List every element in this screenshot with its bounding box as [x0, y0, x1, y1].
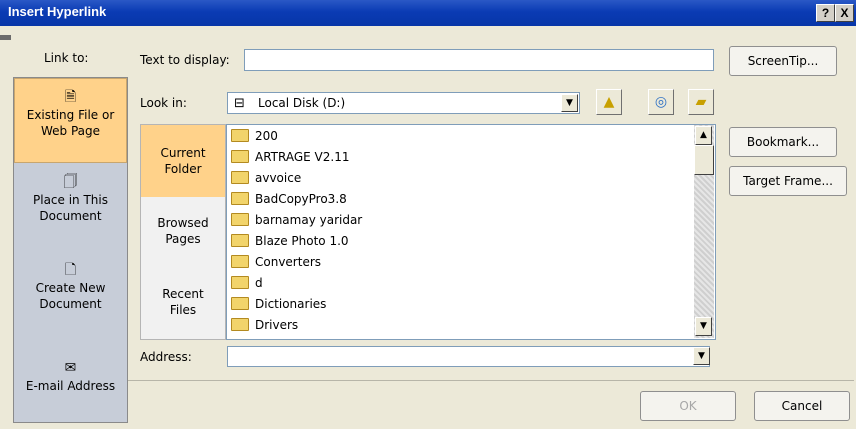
- list-item[interactable]: d: [231, 273, 263, 293]
- link-existing-file[interactable]: 🗎 Existing File or Web Page: [14, 78, 127, 163]
- link-to-label: Link to:: [44, 51, 89, 65]
- list-item[interactable]: Drivers: [231, 315, 298, 335]
- list-item[interactable]: Blaze Photo 1.0: [231, 231, 349, 251]
- look-in-value: Local Disk (D:): [258, 96, 346, 110]
- file-name: 200: [255, 129, 278, 143]
- address-input[interactable]: ▼: [227, 346, 710, 367]
- cancel-button[interactable]: Cancel: [754, 391, 850, 421]
- folder-icon: [231, 234, 249, 247]
- folder-icon: [231, 276, 249, 289]
- browse-web-button[interactable]: ◎: [648, 89, 674, 115]
- ok-button[interactable]: OK: [640, 391, 736, 421]
- file-name: Dictionaries: [255, 297, 327, 311]
- link-existing-label-2: Web Page: [40, 124, 101, 138]
- file-name: d: [255, 276, 263, 290]
- title-bar: Insert Hyperlink ? X: [0, 0, 856, 26]
- folder-icon: [231, 150, 249, 163]
- list-item[interactable]: ARTRAGE V2.11: [231, 147, 349, 167]
- link-email-address[interactable]: ✉ E-mail Address: [14, 360, 127, 410]
- chevron-down-icon[interactable]: ▼: [693, 347, 710, 365]
- scroll-thumb[interactable]: [694, 145, 714, 175]
- file-name: BadCopyPro3.8: [255, 192, 347, 206]
- file-list-scrollbar[interactable]: ▲ ▼: [694, 125, 714, 338]
- file-name: Drivers: [255, 318, 299, 332]
- background-edge: [0, 35, 11, 40]
- screentip-button[interactable]: ScreenTip...: [729, 46, 837, 76]
- address-label: Address:: [140, 350, 192, 364]
- browse-file-button[interactable]: ▰: [688, 89, 714, 115]
- link-place-in-document[interactable]: 🗍 Place in This Document: [14, 174, 127, 244]
- file-name: Blaze Photo 1.0: [255, 234, 349, 248]
- list-item[interactable]: Dictionaries: [231, 294, 326, 314]
- file-name: barnamay yaridar: [255, 213, 363, 227]
- file-name: ARTRAGE V2.11: [255, 150, 350, 164]
- bookmark-button[interactable]: Bookmark...: [729, 127, 837, 157]
- tab-browsed-pages-label-2: Pages: [165, 232, 201, 246]
- up-folder-icon: ▲: [603, 94, 615, 110]
- divider: [128, 380, 854, 381]
- view-tabs: Current Folder Browsed Pages Recent File…: [140, 124, 226, 340]
- list-item[interactable]: BadCopyPro3.8: [231, 189, 347, 209]
- list-item[interactable]: 200: [231, 126, 278, 146]
- scroll-up-icon[interactable]: ▲: [695, 126, 712, 145]
- link-create-label-2: Document: [39, 297, 102, 311]
- link-create-label-1: Create New: [35, 281, 106, 295]
- open-folder-icon: ▰: [695, 94, 707, 110]
- new-document-icon: 🗋: [64, 262, 77, 278]
- close-button[interactable]: X: [835, 4, 854, 22]
- tab-current-folder-label-1: Current: [160, 146, 206, 160]
- tab-recent-files[interactable]: Recent Files: [141, 286, 225, 326]
- folder-icon: [231, 255, 249, 268]
- link-to-panel: 🗎 Existing File or Web Page 🗍 Place in T…: [13, 77, 128, 423]
- folder-icon: [231, 192, 249, 205]
- folder-icon: [231, 318, 249, 331]
- tab-current-folder-label-2: Folder: [164, 162, 202, 176]
- link-place-label-2: Document: [39, 209, 102, 223]
- link-email-label: E-mail Address: [25, 379, 116, 393]
- tab-recent-files-label-2: Files: [169, 303, 197, 317]
- tab-browsed-pages[interactable]: Browsed Pages: [141, 215, 225, 255]
- look-in-label: Look in:: [140, 96, 187, 110]
- folder-icon: [231, 171, 249, 184]
- link-create-new-document[interactable]: 🗋 Create New Document: [14, 262, 127, 332]
- scroll-down-icon[interactable]: ▼: [695, 317, 712, 336]
- globe-file-icon: 🗎: [64, 89, 77, 105]
- folder-icon: [231, 297, 249, 310]
- list-item[interactable]: avvoice: [231, 168, 301, 188]
- file-name: Converters: [255, 255, 322, 269]
- tab-recent-files-label-1: Recent: [162, 287, 204, 301]
- folder-icon: [231, 213, 249, 226]
- file-name: avvoice: [255, 171, 302, 185]
- file-list[interactable]: 200 ARTRAGE V2.11 avvoice BadCopyPro3.8 …: [226, 124, 716, 340]
- browse-web-icon: ◎: [654, 94, 668, 110]
- up-one-folder-button[interactable]: ▲: [596, 89, 622, 115]
- link-existing-label-1: Existing File or: [26, 108, 115, 122]
- tab-current-folder[interactable]: Current Folder: [141, 125, 225, 197]
- text-to-display-input[interactable]: [244, 49, 714, 71]
- link-place-label-1: Place in This: [33, 193, 108, 207]
- window-title: Insert Hyperlink: [8, 4, 107, 19]
- email-icon: ✉: [64, 360, 77, 376]
- folder-icon: [231, 129, 249, 142]
- list-item[interactable]: barnamay yaridar: [231, 210, 362, 230]
- look-in-dropdown[interactable]: ⊟ Local Disk (D:) ▼: [227, 92, 580, 114]
- help-button[interactable]: ?: [816, 4, 835, 22]
- drive-icon: ⊟: [234, 96, 245, 111]
- tab-browsed-pages-label-1: Browsed: [157, 216, 209, 230]
- document-place-icon: 🗍: [63, 174, 78, 190]
- list-item[interactable]: Converters: [231, 252, 321, 272]
- target-frame-button[interactable]: Target Frame...: [729, 166, 847, 196]
- text-to-display-label: Text to display:: [140, 53, 230, 67]
- chevron-down-icon[interactable]: ▼: [561, 94, 578, 112]
